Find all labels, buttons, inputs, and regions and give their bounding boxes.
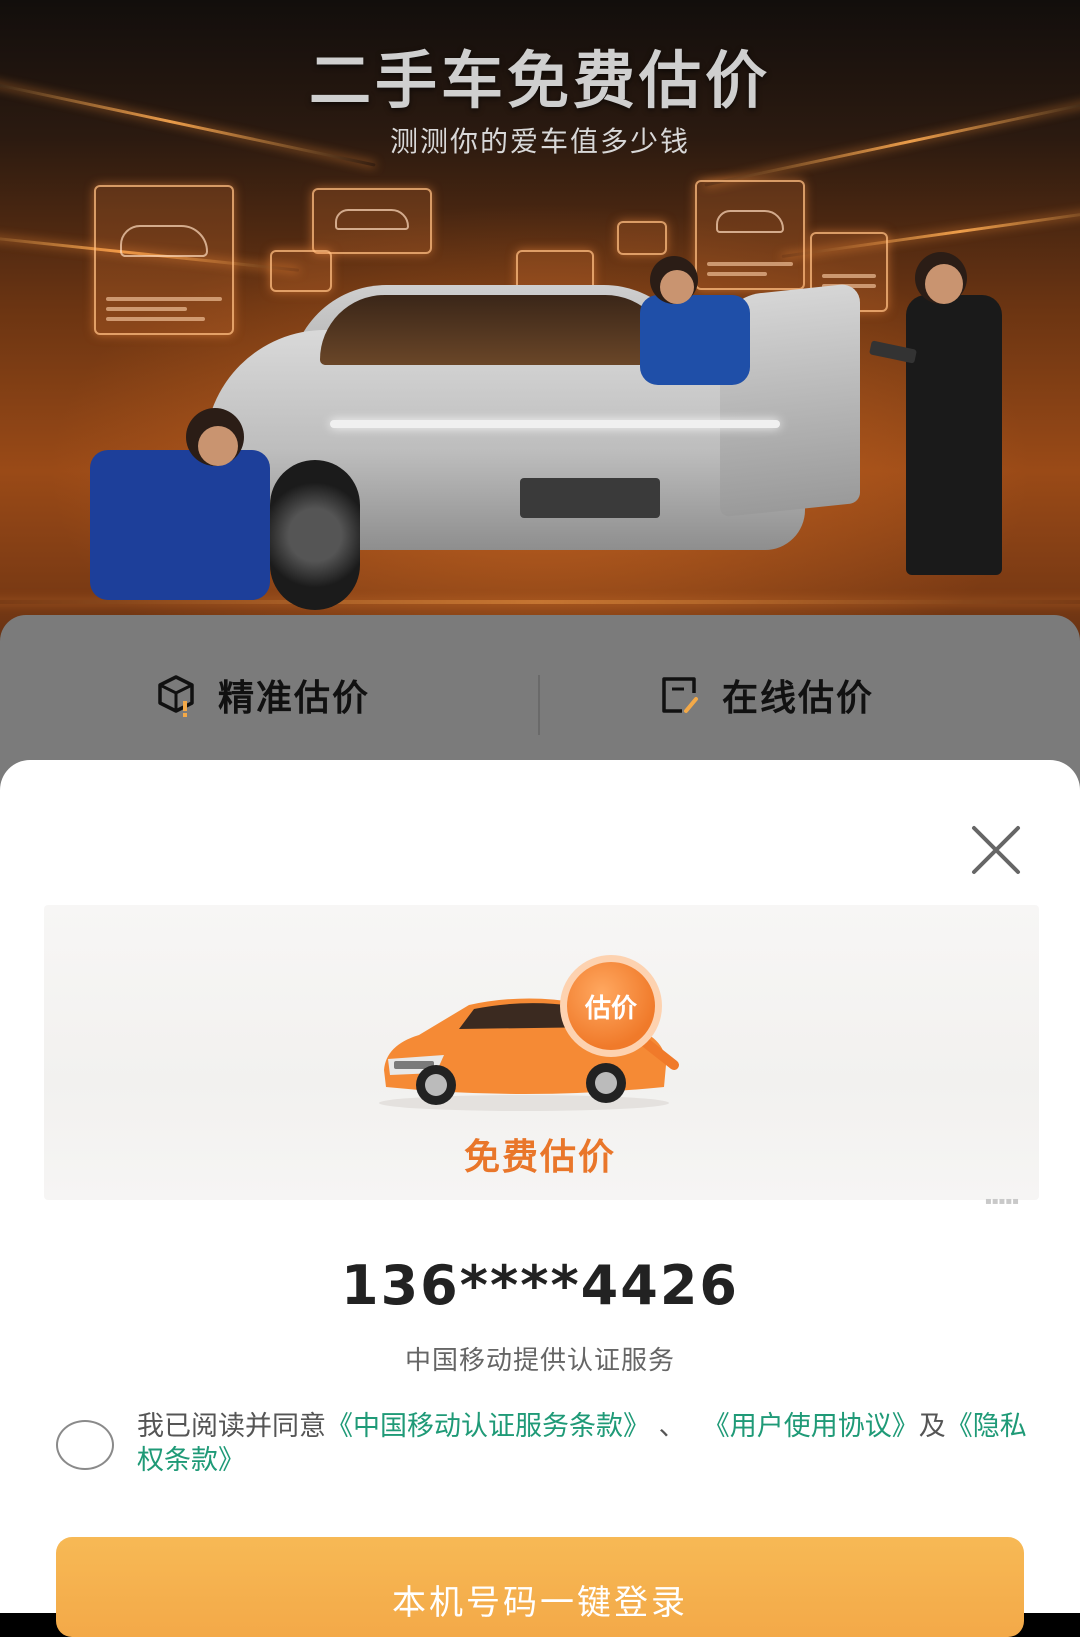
holo-panel: [617, 221, 667, 255]
login-button-label: 本机号码一键登录: [392, 1583, 688, 1623]
car-light-bar: [330, 420, 780, 428]
hero-subtitle: 测测你的爱车值多少钱: [389, 125, 690, 158]
wheel: [270, 460, 360, 610]
agreement-text: 我已阅读并同意《中国移动认证服务条款》 、 《用户使用协议》及《隐私权条款》: [137, 1410, 1027, 1478]
car-windshield: [320, 295, 670, 365]
holo-panel: [695, 180, 805, 290]
agreement-checkbox[interactable]: [56, 1420, 114, 1470]
tab-precise-valuation[interactable]: 精准估价: [152, 665, 370, 725]
valuation-badge: 估价: [560, 955, 662, 1057]
document-edit-icon: [662, 677, 698, 713]
tab-divider: [538, 675, 540, 735]
tab-label: 精准估价: [218, 678, 371, 719]
user-agreement-link[interactable]: 《用户使用协议》: [703, 1411, 919, 1442]
tab-label: 在线估价: [722, 678, 875, 719]
watermark: ▪▪▪▪▪: [985, 1196, 1019, 1207]
holo-panel: [312, 188, 432, 254]
carrier-terms-link[interactable]: 《中国移动认证服务条款》: [326, 1411, 650, 1442]
close-icon[interactable]: [966, 820, 1026, 880]
car-grill: [520, 478, 660, 518]
holo-panel: [94, 185, 234, 335]
holo-panel: [270, 250, 332, 292]
banner-label: 免费估价: [463, 1137, 616, 1178]
agreement-prefix: 我已阅读并同意: [137, 1411, 326, 1442]
carrier-auth-note: 中国移动提供认证服务: [404, 1346, 675, 1376]
glow-line: [0, 600, 1080, 604]
cube-warning-icon: [158, 675, 194, 717]
hero-title: 二手车免费估价: [308, 44, 771, 117]
agreement-and: 及: [918, 1411, 946, 1442]
one-click-login-button[interactable]: 本机号码一键登录: [56, 1537, 1024, 1637]
tab-online-valuation[interactable]: 在线估价: [656, 665, 874, 725]
badge-text: 估价: [584, 993, 637, 1024]
masked-phone-number: 136****4426: [341, 1254, 739, 1317]
agreement-separator: 、: [658, 1411, 686, 1442]
